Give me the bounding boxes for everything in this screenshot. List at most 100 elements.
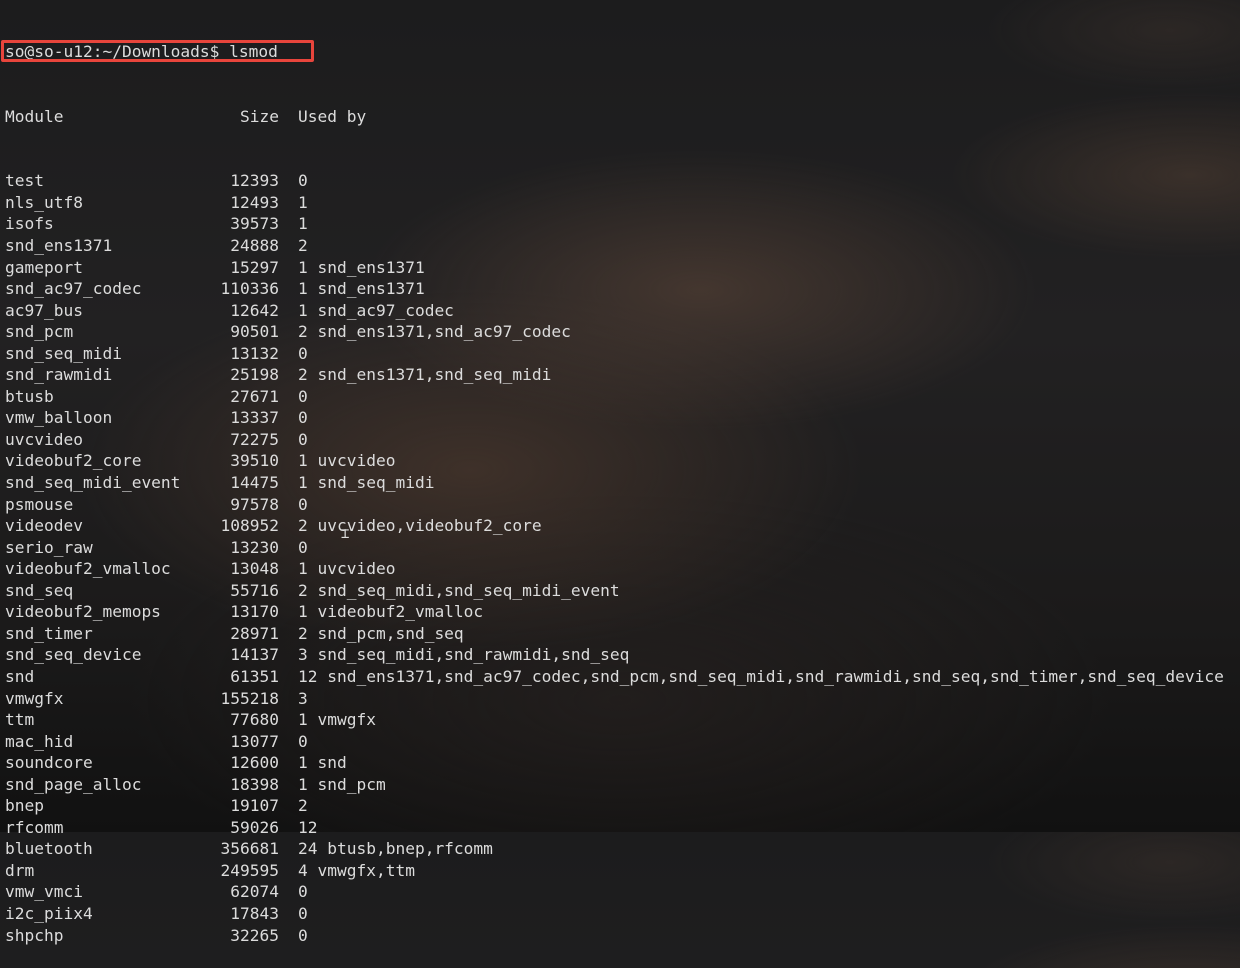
header-size: Size [240,106,279,126]
module-row: videodev 108952 2 uvcvideo,videobuf2_core [5,515,1237,537]
module-size: 13170 [230,602,279,622]
module-size: 55716 [230,580,279,600]
module-size: 39510 [230,451,279,471]
module-size: 62074 [230,882,279,902]
module-size: 12642 [230,300,279,320]
module-size: 27671 [230,386,279,406]
module-row: serio_raw 13230 0 [5,537,1237,559]
module-used-by: 0 [298,386,308,406]
module-used-by: 1 videobuf2_vmalloc [298,602,484,622]
module-used-by: 0 [298,925,308,945]
module-used-by: 1 snd_ens1371 [298,257,425,277]
module-row: snd_seq_device 14137 3 snd_seq_midi,snd_ra… [5,644,1237,666]
module-size: 24888 [230,236,279,256]
command-prompt-line: so@so-u12:~/Downloads$ lsmod [5,42,278,62]
module-size: 61351 [230,666,279,686]
module-row: bnep 19107 2 [5,795,1237,817]
module-row: bluetooth 356681 24 btusb,bnep,rfcomm [5,838,1237,860]
module-size: 28971 [230,623,279,643]
module-size: 32265 [230,925,279,945]
module-used-by: 2 uvcvideo,videobuf2_core [298,516,542,536]
module-size: 77680 [230,710,279,730]
module-row: drm 249595 4 vmwgfx,ttm [5,860,1237,882]
module-used-by: 0 [298,494,308,514]
module-row: snd_pcm 90501 2 snd_ens1371,snd_ac97_codec [5,321,1237,343]
module-row: nls_utf8 12493 1 [5,192,1237,214]
module-used-by: 12 snd_ens1371,snd_ac97_codec,snd_pcm,sn… [298,666,1224,686]
module-size: 72275 [230,429,279,449]
module-size: 97578 [230,494,279,514]
module-size: 14475 [230,473,279,493]
module-size: 249595 [220,860,279,880]
module-used-by: 1 snd_seq_midi [298,473,435,493]
module-size: 12600 [230,753,279,773]
module-used-by: 1 vmwgfx [298,710,376,730]
module-used-by: 2 snd_ens1371,snd_ac97_codec [298,322,571,342]
module-size: 12393 [230,171,279,191]
module-used-by: 1 snd_ens1371 [298,279,425,299]
module-row: isofs 39573 1 [5,213,1237,235]
terminal-window[interactable]: so@so-u12:~/Downloads$ lsmod Module Size… [5,0,1237,944]
module-size: 39573 [230,214,279,234]
module-used-by: 24 btusb,bnep,rfcomm [298,839,493,859]
module-used-by: 1 snd [298,753,347,773]
module-used-by: 2 snd_pcm,snd_seq [298,623,464,643]
module-used-by: 0 [298,171,308,191]
module-row: vmw_vmci 62074 0 [5,881,1237,903]
module-used-by: 2 [298,796,308,816]
module-size: 17843 [230,903,279,923]
module-used-by: 1 [298,214,308,234]
module-used-by: 1 uvcvideo [298,559,396,579]
module-row: snd_ac97_codec 110336 1 snd_ens1371 [5,278,1237,300]
module-used-by: 2 [298,236,308,256]
text-cursor-icon: ⌶ [341,526,350,542]
module-used-by: 0 [298,731,308,751]
module-row: snd_seq 55716 2 snd_seq_midi,snd_seq_midi_… [5,580,1237,602]
module-size: 25198 [230,365,279,385]
module-row: videobuf2_core 39510 1 uvcvideo [5,450,1237,472]
module-size: 90501 [230,322,279,342]
module-size: 110336 [220,279,279,299]
module-used-by: 1 uvcvideo [298,451,396,471]
module-used-by: 3 [298,688,308,708]
module-row: psmouse 97578 0 [5,494,1237,516]
module-size: 18398 [230,774,279,794]
module-size: 12493 [230,192,279,212]
module-used-by: 0 [298,343,308,363]
module-size: 19107 [230,796,279,816]
module-row: mac_hid 13077 0 [5,731,1237,753]
module-used-by: 4 vmwgfx,ttm [298,860,415,880]
module-size: 15297 [230,257,279,277]
module-row: i2c_piix4 17843 0 [5,903,1237,925]
module-used-by: 0 [298,882,308,902]
module-list: test 12393 0 nls_utf8 12493 1 isofs 39573 1 snd_e… [5,170,1237,946]
module-row: snd_ens1371 24888 2 [5,235,1237,257]
module-row: btusb 27671 0 [5,386,1237,408]
module-row: gameport 15297 1 snd_ens1371 [5,257,1237,279]
module-row: vmw_balloon 13337 0 [5,407,1237,429]
module-size: 59026 [230,817,279,837]
module-size: 155218 [220,688,279,708]
module-row: snd_seq_midi 13132 0 [5,343,1237,365]
module-used-by: 0 [298,429,308,449]
module-row: videobuf2_memops 13170 1 videobuf2_vmalloc [5,601,1237,623]
module-row: ac97_bus 12642 1 snd_ac97_codec [5,300,1237,322]
module-used-by: 1 snd_ac97_codec [298,300,454,320]
module-used-by: 2 snd_ens1371,snd_seq_midi [298,365,552,385]
module-used-by: 3 snd_seq_midi,snd_rawmidi,snd_seq [298,645,630,665]
module-size: 356681 [220,839,279,859]
module-used-by: 0 [298,408,308,428]
module-size: 13132 [230,343,279,363]
module-used-by: 0 [298,537,308,557]
module-row: uvcvideo 72275 0 [5,429,1237,451]
header-used-by: Used by [298,106,367,126]
module-used-by: 1 [298,192,308,212]
module-size: 13337 [230,408,279,428]
module-row: soundcore 12600 1 snd [5,752,1237,774]
module-size: 13230 [230,537,279,557]
module-row: snd_timer 28971 2 snd_pcm,snd_seq [5,623,1237,645]
module-row: snd 61351 12 snd_ens1371,snd_ac97_codec,sn… [5,666,1237,688]
module-used-by: 1 snd_pcm [298,774,386,794]
module-row: rfcomm 59026 12 [5,817,1237,839]
module-size: 108952 [220,516,279,536]
